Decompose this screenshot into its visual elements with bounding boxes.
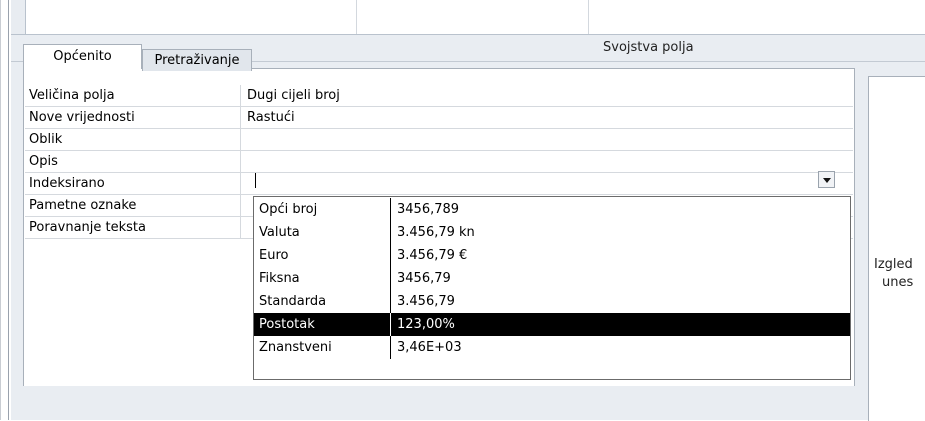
property-value[interactable]: Rastući [241,107,853,129]
property-label: Oblik [25,129,241,151]
option-name: Valuta [259,225,300,240]
dropdown-option[interactable]: Euro 3.456,79 € [254,244,850,267]
field-grid[interactable] [11,0,925,35]
option-example: 123,00% [397,317,455,332]
property-value[interactable]: Dugi cijeli broj [241,85,853,107]
dropdown-option[interactable]: Znanstveni 3,46E+03 [254,336,850,359]
option-name: Fiksna [259,271,300,286]
property-row[interactable]: Opis [25,151,853,173]
option-example: 3.456,79 kn [397,225,475,240]
option-example: 3.456,79 [397,294,455,309]
option-name: Standarda [259,294,327,309]
property-value[interactable] [241,173,853,195]
window-edge-inner [8,0,9,420]
format-dropdown-button[interactable] [818,171,835,188]
option-name: Znanstveni [259,340,332,355]
grid-column-divider [588,0,589,34]
dropdown-option[interactable]: Valuta 3.456,79 kn [254,221,850,244]
dropdown-option-selected[interactable]: Postotak 123,00% [254,313,850,336]
option-column-divider [390,290,391,313]
option-name: Postotak [259,317,315,332]
property-label: Indeksirano [25,173,241,195]
row-selector[interactable] [11,0,26,34]
property-label: Pametne oznake [25,195,241,217]
option-example: 3,46E+03 [397,340,462,355]
option-name: Opći broj [259,202,318,217]
format-input[interactable] [241,129,853,151]
tab-lookup[interactable]: Pretraživanje [142,49,252,71]
property-row[interactable]: Indeksirano [25,173,853,195]
dropdown-option[interactable]: Standarda 3.456,79 [254,290,850,313]
format-dropdown-list[interactable]: Opći broj 3456,789 Valuta 3.456,79 kn Eu… [253,196,851,380]
help-panel [868,76,925,421]
option-column-divider [390,198,391,221]
grid-column-divider [356,0,357,34]
property-label: Veličina polja [25,85,241,107]
property-row[interactable]: Oblik [25,129,853,151]
property-label: Poravnanje teksta [25,217,241,239]
dropdown-option[interactable]: Opći broj 3456,789 [254,198,850,221]
option-example: 3456,789 [397,202,460,217]
option-column-divider [390,244,391,267]
property-label: Nove vrijednosti [25,107,241,129]
option-example: 3456,79 [397,271,451,286]
help-text-line: Izgled [874,257,913,272]
property-value[interactable] [241,151,853,173]
option-column-divider [390,221,391,244]
chevron-down-icon [823,178,831,183]
tab-general[interactable]: Općenito [23,44,142,69]
property-row[interactable]: Nove vrijednosti Rastući [25,107,853,129]
help-text-line: unes [882,275,914,290]
help-text: Izgled unes [874,256,913,292]
window-edge [0,0,1,420]
option-column-divider [390,313,391,336]
text-caret [255,173,256,188]
property-row[interactable]: Veličina polja Dugi cijeli broj [25,85,853,107]
option-column-divider [390,267,391,290]
option-name: Euro [259,248,289,263]
option-example: 3.456,79 € [397,248,468,263]
dropdown-option[interactable]: Fiksna 3456,79 [254,267,850,290]
property-label: Opis [25,151,241,173]
option-column-divider [390,336,391,359]
pane-title: Svojstva polja [603,40,694,55]
